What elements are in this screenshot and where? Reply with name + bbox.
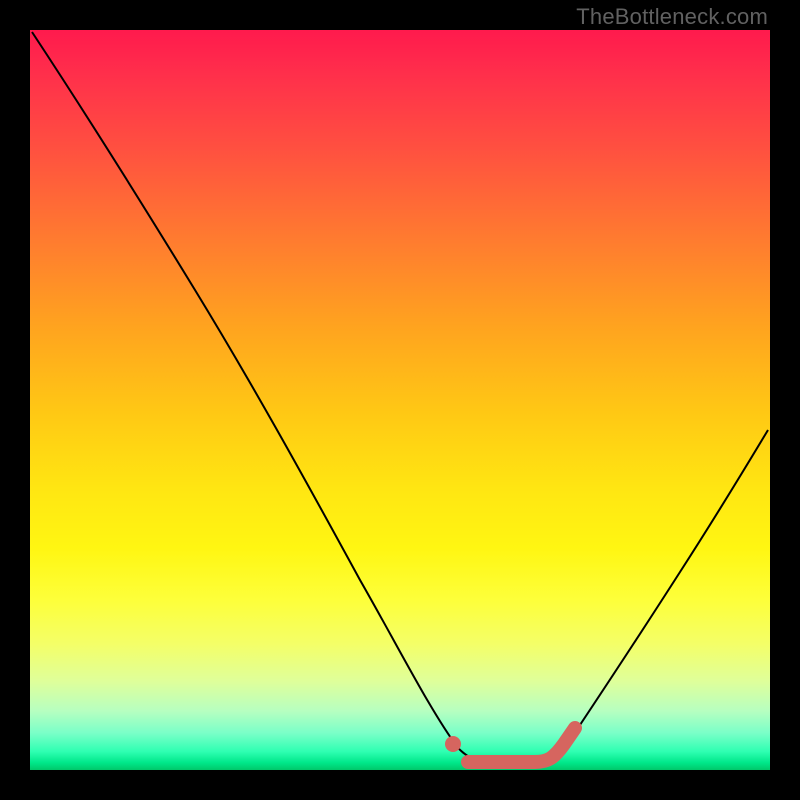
chart-frame: TheBottleneck.com [0,0,800,800]
optimal-start-dot [445,736,461,752]
optimal-range-marker [468,728,575,762]
plot-area [30,30,770,770]
curve-svg [30,30,770,770]
watermark-text: TheBottleneck.com [576,4,768,30]
bottleneck-curve [32,32,768,766]
